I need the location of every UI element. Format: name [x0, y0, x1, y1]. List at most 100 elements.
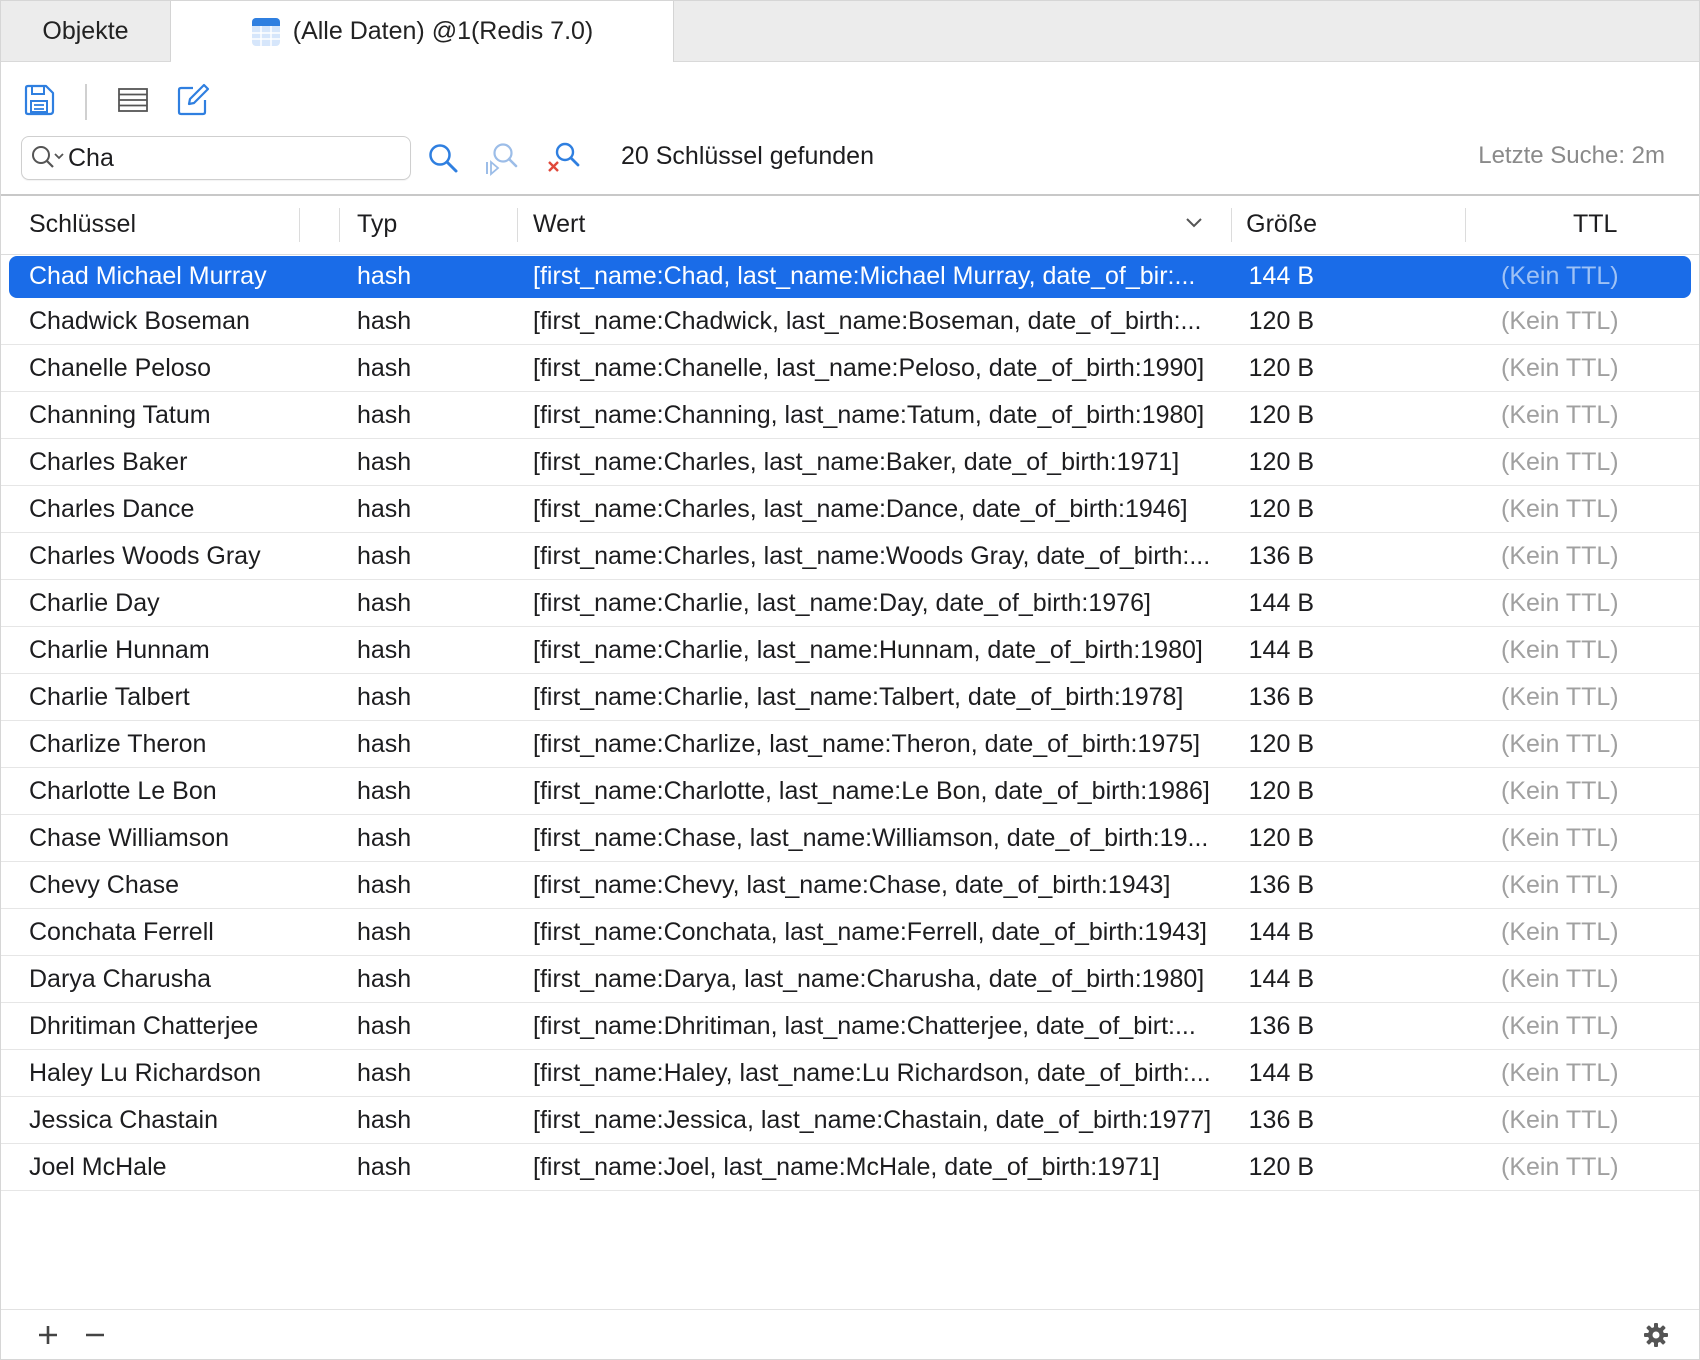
row-type: hash — [357, 683, 412, 711]
row-ttl: (Kein TTL) — [1501, 262, 1619, 290]
row-ttl: (Kein TTL) — [1501, 307, 1619, 335]
row-size: 120 B — [1248, 824, 1314, 852]
table-row[interactable]: Chevy Chase hash [first_name:Chevy, last_n… — [1, 862, 1699, 909]
table-body: Chad Michael Murray hash [first_name:Chad,… — [1, 253, 1699, 1191]
table-row[interactable]: Chase Williamson hash [first_name:Chase, l… — [1, 815, 1699, 862]
row-value: [first_name:Chanelle, last_name:Peloso, … — [533, 354, 1205, 382]
row-type: hash — [357, 354, 412, 382]
tab-objects-label: Objekte — [42, 16, 129, 45]
toolbar-separator — [85, 84, 87, 120]
row-value: [first_name:Jessica, last_name:Chastain,… — [533, 1106, 1212, 1134]
table-row[interactable]: Charlotte Le Bon hash [first_name:Charlott… — [1, 768, 1699, 815]
row-size: 136 B — [1248, 683, 1314, 711]
search-button[interactable] — [423, 138, 463, 178]
column-header-value[interactable]: Wert — [533, 210, 585, 239]
row-ttl: (Kein TTL) — [1501, 542, 1619, 570]
list-icon — [118, 88, 148, 112]
row-size: 136 B — [1248, 1012, 1314, 1040]
row-value: [first_name:Joel, last_name:McHale, date… — [533, 1153, 1160, 1181]
row-ttl: (Kein TTL) — [1501, 965, 1619, 993]
table-row[interactable]: Charlie Talbert hash [first_name:Charlie, … — [1, 674, 1699, 721]
table-row[interactable]: Charles Baker hash [first_name:Charles, la… — [1, 439, 1699, 486]
column-resize-handle[interactable] — [1231, 208, 1232, 242]
tab-all-data[interactable]: (Alle Daten) @1(Redis 7.0) — [171, 1, 674, 62]
row-value: [first_name:Charlie, last_name:Talbert, … — [533, 683, 1184, 711]
find-next-icon — [486, 143, 518, 176]
table-row[interactable]: Conchata Ferrell hash [first_name:Conchata… — [1, 909, 1699, 956]
table-row[interactable]: Charles Dance hash [first_name:Charles, la… — [1, 486, 1699, 533]
table-row[interactable]: Charlie Hunnam hash [first_name:Charlie, l… — [1, 627, 1699, 674]
row-size: 120 B — [1248, 307, 1314, 335]
search-input[interactable] — [68, 143, 388, 173]
table-row[interactable]: Charlize Theron hash [first_name:Charlize,… — [1, 721, 1699, 768]
row-ttl: (Kein TTL) — [1501, 871, 1619, 899]
table-row[interactable]: Chad Michael Murray hash [first_name:Chad,… — [9, 256, 1691, 298]
table-row[interactable]: Darya Charusha hash [first_name:Darya, las… — [1, 956, 1699, 1003]
table-row[interactable]: Dhritiman Chatterjee hash [first_name:Dhri… — [1, 1003, 1699, 1050]
table-row[interactable]: Charles Woods Gray hash [first_name:Charle… — [1, 533, 1699, 580]
row-ttl: (Kein TTL) — [1501, 401, 1619, 429]
row-type: hash — [357, 262, 412, 290]
edit-button[interactable] — [173, 80, 213, 120]
table-row[interactable]: Chadwick Boseman hash [first_name:Chadwick… — [1, 298, 1699, 345]
column-header-type[interactable]: Typ — [357, 210, 397, 239]
row-ttl: (Kein TTL) — [1501, 448, 1619, 476]
row-size: 144 B — [1248, 589, 1314, 617]
row-size: 144 B — [1248, 965, 1314, 993]
search-options-icon[interactable] — [30, 143, 68, 173]
column-header-key[interactable]: Schlüssel — [29, 210, 136, 239]
row-value: [first_name:Charles, last_name:Baker, da… — [533, 448, 1180, 476]
row-type: hash — [357, 307, 412, 335]
row-type: hash — [357, 824, 412, 852]
row-type: hash — [357, 495, 412, 523]
search-icon — [429, 144, 458, 173]
last-search-time: Letzte Suche: 2m — [1478, 142, 1665, 169]
row-ttl: (Kein TTL) — [1501, 1106, 1619, 1134]
search-field[interactable] — [21, 136, 411, 180]
save-button[interactable] — [19, 80, 59, 120]
settings-button[interactable] — [1639, 1318, 1673, 1352]
row-type: hash — [357, 636, 412, 664]
tab-objects[interactable]: Objekte — [1, 1, 171, 61]
table-row[interactable]: Jessica Chastain hash [first_name:Jessica,… — [1, 1097, 1699, 1144]
row-ttl: (Kein TTL) — [1501, 495, 1619, 523]
clear-search-icon — [548, 142, 580, 172]
column-header-ttl[interactable]: TTL — [1573, 210, 1617, 239]
edit-icon — [177, 83, 210, 116]
table-row[interactable]: Joel McHale hash [first_name:Joel, last_na… — [1, 1144, 1699, 1191]
row-ttl: (Kein TTL) — [1501, 730, 1619, 758]
row-size: 144 B — [1248, 636, 1314, 664]
row-value: [first_name:Channing, last_name:Tatum, d… — [533, 401, 1205, 429]
row-type: hash — [357, 589, 412, 617]
column-resize-handle[interactable] — [1465, 208, 1466, 242]
column-resize-handle[interactable] — [339, 208, 340, 242]
table-row[interactable]: Haley Lu Richardson hash [first_name:Haley… — [1, 1050, 1699, 1097]
row-key: Charlize Theron — [29, 730, 207, 758]
remove-key-button[interactable] — [78, 1318, 112, 1352]
column-resize-handle[interactable] — [299, 208, 300, 242]
row-value: [first_name:Conchata, last_name:Ferrell,… — [533, 918, 1207, 946]
save-icon — [24, 84, 55, 116]
chevron-down-icon[interactable] — [1185, 216, 1203, 234]
row-type: hash — [357, 1106, 412, 1134]
table-row[interactable]: Charlie Day hash [first_name:Charlie, last… — [1, 580, 1699, 627]
row-key: Charlie Day — [29, 589, 160, 617]
list-view-button[interactable] — [113, 80, 153, 120]
find-next-button[interactable] — [481, 138, 521, 178]
table-row[interactable]: Chanelle Peloso hash [first_name:Chanelle,… — [1, 345, 1699, 392]
column-header-size[interactable]: Größe — [1246, 210, 1317, 239]
row-size: 120 B — [1248, 401, 1314, 429]
clear-search-button[interactable] — [543, 138, 583, 178]
row-value: [first_name:Darya, last_name:Charusha, d… — [533, 965, 1205, 993]
row-type: hash — [357, 1012, 412, 1040]
row-size: 120 B — [1248, 354, 1314, 382]
row-key: Conchata Ferrell — [29, 918, 214, 946]
column-resize-handle[interactable] — [517, 208, 518, 242]
row-type: hash — [357, 401, 412, 429]
row-type: hash — [357, 542, 412, 570]
table-row[interactable]: Channing Tatum hash [first_name:Channing, … — [1, 392, 1699, 439]
row-value: [first_name:Haley, last_name:Lu Richards… — [533, 1059, 1211, 1087]
add-key-button[interactable] — [31, 1318, 65, 1352]
search-row: 20 Schlüssel gefunden Letzte Suche: 2m — [1, 136, 1699, 194]
row-type: hash — [357, 448, 412, 476]
